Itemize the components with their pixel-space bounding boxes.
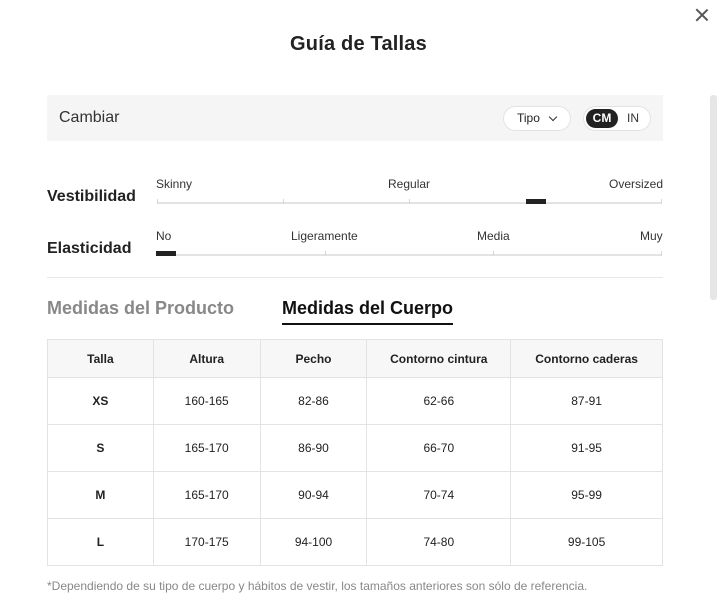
table-cell: 160-165 xyxy=(152,377,261,425)
table-cell: 91-95 xyxy=(510,424,663,472)
fit-tick-label: Skinny xyxy=(156,177,193,191)
table-cell: 165-170 xyxy=(152,424,261,472)
size-table: Talla Altura Pecho Contorno cintura Cont… xyxy=(47,339,663,566)
table-cell: 94-100 xyxy=(259,518,368,566)
column-header: Contorno cintura xyxy=(366,339,512,378)
size-cell: XS xyxy=(47,377,154,425)
tab-product-measurements[interactable]: Medidas del Producto xyxy=(47,298,234,319)
size-cell: L xyxy=(47,518,154,566)
table-cell: 165-170 xyxy=(152,471,261,519)
type-select[interactable]: Tipo xyxy=(503,106,571,131)
table-row: M 165-170 90-94 70-74 95-99 xyxy=(47,471,663,519)
modal-title: Guía de Tallas xyxy=(290,33,427,55)
table-cell: 70-74 xyxy=(366,471,512,519)
table-cell: 66-70 xyxy=(366,424,512,472)
column-header: Altura xyxy=(152,339,261,378)
elasticity-tick-label: Muy xyxy=(640,229,663,243)
divider xyxy=(47,277,663,278)
table-cell: 82-86 xyxy=(259,377,368,425)
table-row: L 170-175 94-100 74-80 99-105 xyxy=(47,518,663,566)
column-header: Talla xyxy=(47,339,154,378)
close-icon[interactable] xyxy=(694,7,710,23)
table-cell: 170-175 xyxy=(152,518,261,566)
elasticity-tick-label: Media xyxy=(477,229,510,243)
footnote: *Dependiendo de su tipo de cuerpo y hábi… xyxy=(47,579,588,593)
fit-scale-label: Vestibilidad xyxy=(47,188,136,205)
fit-scale-tick xyxy=(409,199,410,204)
elasticity-scale-label: Elasticidad xyxy=(47,240,132,257)
elasticity-scale-marker xyxy=(156,251,176,256)
table-row: XS 160-165 82-86 62-66 87-91 xyxy=(47,377,663,425)
fit-scale-tick xyxy=(661,199,662,204)
elasticity-scale-track xyxy=(157,254,662,256)
size-cell: S xyxy=(47,424,154,472)
table-cell: 99-105 xyxy=(510,518,663,566)
fit-scale-tick xyxy=(283,199,284,204)
change-label: Cambiar xyxy=(59,109,120,126)
column-header: Contorno caderas xyxy=(510,339,663,378)
column-header: Pecho xyxy=(259,339,368,378)
table-header-row: Talla Altura Pecho Contorno cintura Cont… xyxy=(47,339,663,378)
unit-option-in[interactable]: IN xyxy=(622,109,644,128)
size-cell: M xyxy=(47,471,154,519)
elasticity-scale-tick xyxy=(325,251,326,256)
table-cell: 87-91 xyxy=(510,377,663,425)
fit-scale-tick xyxy=(157,199,158,204)
fit-scale-marker xyxy=(526,199,546,204)
table-cell: 95-99 xyxy=(510,471,663,519)
type-select-label: Tipo xyxy=(517,111,540,125)
scrollbar[interactable] xyxy=(710,95,717,300)
unit-bar: Cambiar Tipo CM IN xyxy=(47,95,663,141)
chevron-down-icon xyxy=(548,112,558,122)
table-cell: 74-80 xyxy=(366,518,512,566)
fit-tick-label: Oversized xyxy=(609,177,664,191)
table-cell: 62-66 xyxy=(366,377,512,425)
tab-body-measurements[interactable]: Medidas del Cuerpo xyxy=(282,298,454,325)
unit-option-cm[interactable]: CM xyxy=(586,109,618,128)
table-cell: 86-90 xyxy=(259,424,368,472)
table-cell: 90-94 xyxy=(259,471,368,519)
fit-tick-label: Regular xyxy=(388,177,431,191)
elasticity-tick-label: Ligeramente xyxy=(291,229,358,243)
elasticity-scale-tick xyxy=(661,251,662,256)
size-guide-modal: Guía de Tallas Cambiar Tipo CM IN Vestib… xyxy=(0,0,717,604)
elasticity-scale-tick xyxy=(493,251,494,256)
unit-toggle: CM IN xyxy=(583,106,651,131)
table-row: S 165-170 86-90 66-70 91-95 xyxy=(47,424,663,472)
elasticity-tick-label: No xyxy=(156,229,172,243)
